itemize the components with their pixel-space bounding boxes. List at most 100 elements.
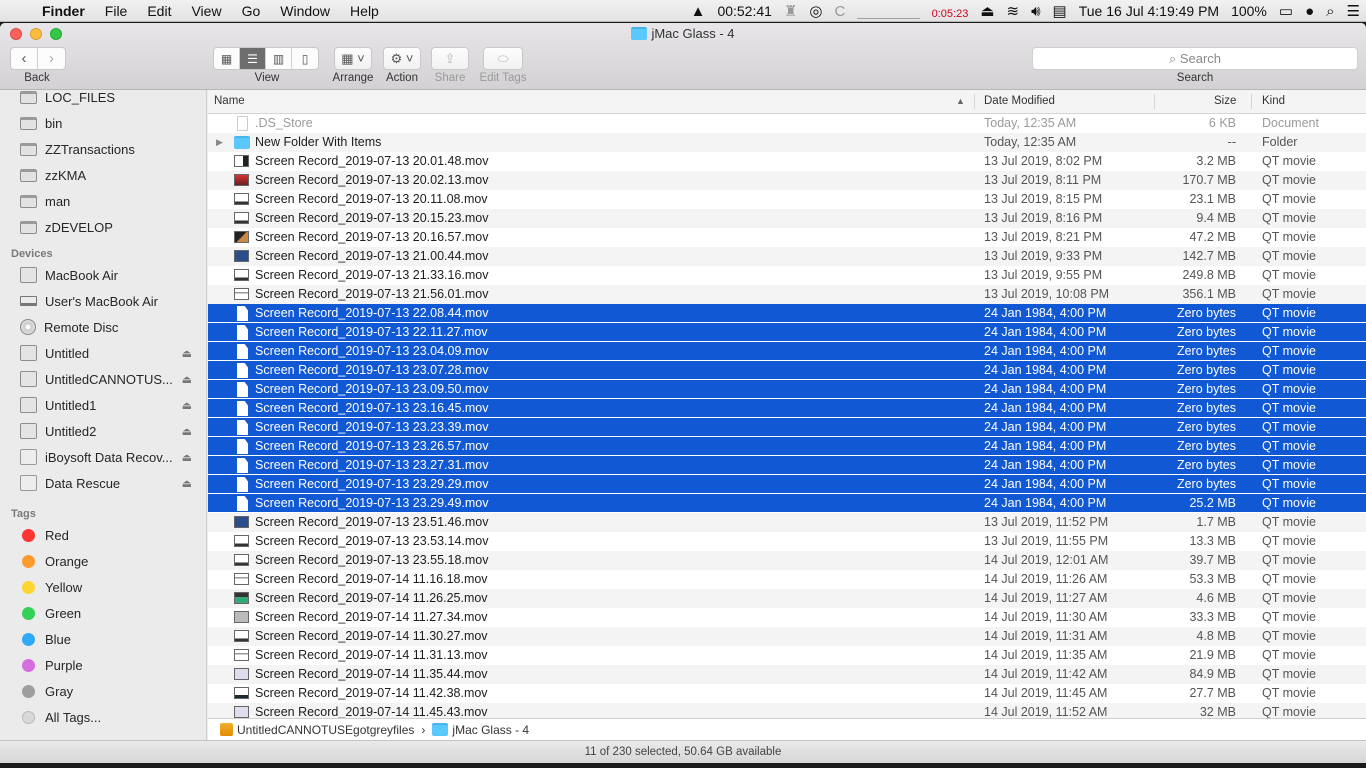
file-row[interactable]: .DS_Store Today, 12:35 AM 6 KB Document (208, 114, 1366, 133)
volume-icon[interactable]: 🔊︎ (1025, 3, 1046, 20)
eject-icon[interactable]: ⏏ (182, 347, 192, 360)
file-row[interactable]: Screen Record_2019-07-13 22.08.44.mov 24… (208, 304, 1366, 323)
eject-icon[interactable]: ⏏ (182, 477, 192, 490)
path-drive[interactable]: UntitledCANNOTUSEgotgreyfiles (237, 723, 414, 737)
file-row[interactable]: Screen Record_2019-07-13 20.11.08.mov 13… (208, 190, 1366, 209)
sidebar-device[interactable]: Remote Disc (0, 314, 206, 340)
target-icon[interactable]: ◎ (803, 2, 828, 20)
column-size[interactable]: Size (1214, 90, 1236, 113)
sidebar-tag[interactable]: Purple (0, 652, 206, 678)
file-row[interactable]: Screen Record_2019-07-13 20.01.48.mov 13… (208, 152, 1366, 171)
user-icon[interactable]: ● (1299, 3, 1320, 20)
sidebar-item[interactable]: LOC_FILES (0, 90, 206, 110)
sidebar-device[interactable]: Untitled2 ⏏ (0, 418, 206, 444)
sidebar-device[interactable]: Untitled ⏏ (0, 340, 206, 366)
menu-file[interactable]: File (95, 0, 138, 22)
file-row[interactable]: Screen Record_2019-07-13 23.07.28.mov 24… (208, 361, 1366, 380)
file-row[interactable]: Screen Record_2019-07-13 20.16.57.mov 13… (208, 228, 1366, 247)
column-view-button[interactable]: ▥ (266, 48, 292, 69)
disclosure-triangle-icon[interactable]: ▶ (216, 133, 223, 152)
sidebar-item[interactable]: zzKMA (0, 162, 206, 188)
sidebar-item[interactable]: ZZTransactions (0, 136, 206, 162)
vlc-time[interactable]: 00:52:41 (711, 3, 778, 19)
file-row[interactable]: Screen Record_2019-07-13 23.27.31.mov 24… (208, 456, 1366, 475)
wifi-icon[interactable]: ≋ (1001, 2, 1026, 20)
timer-readout[interactable]: 0:05:23 (926, 8, 975, 20)
file-row[interactable]: Screen Record_2019-07-13 21.00.44.mov 13… (208, 247, 1366, 266)
file-row[interactable]: Screen Record_2019-07-13 23.09.50.mov 24… (208, 380, 1366, 399)
file-row[interactable]: Screen Record_2019-07-14 11.27.34.mov 14… (208, 608, 1366, 627)
file-row[interactable]: Screen Record_2019-07-13 22.11.27.mov 24… (208, 323, 1366, 342)
sidebar-device[interactable]: User's MacBook Air (0, 288, 206, 314)
list-view-button[interactable]: ☰ (240, 48, 266, 69)
file-row[interactable]: Screen Record_2019-07-13 23.04.09.mov 24… (208, 342, 1366, 361)
sidebar-tag[interactable]: Blue (0, 626, 206, 652)
sort-ascending-icon[interactable]: ▲ (956, 90, 965, 113)
sidebar-device[interactable]: MacBook Air (0, 262, 206, 288)
sidebar-item[interactable]: zDEVELOP (0, 214, 206, 240)
file-row[interactable]: Screen Record_2019-07-13 23.16.45.mov 24… (208, 399, 1366, 418)
menu-edit[interactable]: Edit (137, 0, 181, 22)
sidebar-tag[interactable]: Gray (0, 678, 206, 704)
file-row[interactable]: Screen Record_2019-07-13 20.02.13.mov 13… (208, 171, 1366, 190)
file-row[interactable]: Screen Record_2019-07-13 23.29.29.mov 24… (208, 475, 1366, 494)
input-source-flag-icon[interactable]: ▤ (1047, 2, 1073, 20)
file-row[interactable]: Screen Record_2019-07-13 23.51.46.mov 13… (208, 513, 1366, 532)
sidebar-tag[interactable]: Green (0, 600, 206, 626)
file-row[interactable]: Screen Record_2019-07-14 11.31.13.mov 14… (208, 646, 1366, 665)
notification-center-icon[interactable]: ☰ (1341, 2, 1366, 20)
spotlight-search-icon[interactable]: ⌕ (1320, 3, 1340, 20)
column-kind[interactable]: Kind (1262, 90, 1285, 113)
icon-view-button[interactable]: ▦ (214, 48, 240, 69)
file-row[interactable]: Screen Record_2019-07-14 11.30.27.mov 14… (208, 627, 1366, 646)
file-row[interactable]: Screen Record_2019-07-13 20.15.23.mov 13… (208, 209, 1366, 228)
file-row[interactable]: Screen Record_2019-07-13 23.23.39.mov 24… (208, 418, 1366, 437)
sidebar-device[interactable]: Untitled1 ⏏ (0, 392, 206, 418)
file-row[interactable]: Screen Record_2019-07-14 11.45.43.mov 14… (208, 703, 1366, 718)
blank-status-item[interactable]: ________ (851, 3, 925, 19)
file-row[interactable]: Screen Record_2019-07-14 11.42.38.mov 14… (208, 684, 1366, 703)
file-row[interactable]: Screen Record_2019-07-14 11.35.44.mov 14… (208, 665, 1366, 684)
train-icon[interactable]: ♜ (778, 2, 803, 20)
sidebar-device[interactable]: iBoysoft Data Recov... ⏏ (0, 444, 206, 470)
eject-icon[interactable]: ⏏ (182, 451, 192, 464)
menu-window[interactable]: Window (270, 0, 340, 22)
arrange-button[interactable]: ▦ ˅ (334, 47, 372, 70)
sidebar-tag[interactable]: Yellow (0, 574, 206, 600)
file-row[interactable]: ▶ New Folder With Items Today, 12:35 AM … (208, 133, 1366, 152)
action-button[interactable]: ⚙ ˅ (383, 47, 421, 70)
clock[interactable]: Tue 16 Jul 4:19:49 PM (1073, 3, 1225, 19)
c-app-icon[interactable]: C (828, 3, 851, 20)
file-row[interactable]: Screen Record_2019-07-13 23.26.57.mov 24… (208, 437, 1366, 456)
file-row[interactable]: Screen Record_2019-07-13 23.29.49.mov 24… (208, 494, 1366, 513)
edit-tags-button[interactable]: ⬭ (483, 47, 523, 70)
share-button[interactable]: ⇪ (431, 47, 469, 70)
menu-go[interactable]: Go (232, 0, 271, 22)
vlc-cone-icon[interactable]: ▲ (685, 3, 712, 20)
sidebar-tag[interactable]: Red (0, 522, 206, 548)
eject-icon[interactable]: ⏏ (182, 425, 192, 438)
column-name[interactable]: Name (214, 90, 245, 113)
path-folder[interactable]: jMac Glass - 4 (452, 723, 529, 737)
cover-flow-button[interactable]: ▯ (292, 48, 318, 69)
eject-icon[interactable]: ⏏ (182, 373, 192, 386)
sidebar-item[interactable]: man (0, 188, 206, 214)
menu-help[interactable]: Help (340, 0, 389, 22)
battery-percent[interactable]: 100% (1225, 3, 1273, 19)
sidebar-device[interactable]: Data Rescue ⏏ (0, 470, 206, 496)
eject-icon[interactable]: ⏏ (182, 399, 192, 412)
battery-icon[interactable]: ▭ (1273, 2, 1299, 20)
forward-button[interactable]: › (38, 48, 65, 69)
file-row[interactable]: Screen Record_2019-07-13 23.55.18.mov 14… (208, 551, 1366, 570)
sidebar-device[interactable]: UntitledCANNOTUS... ⏏ (0, 366, 206, 392)
file-list[interactable]: Name ▲ Date Modified Size Kind .DS_Store… (208, 90, 1366, 718)
file-row[interactable]: Screen Record_2019-07-13 21.56.01.mov 13… (208, 285, 1366, 304)
file-row[interactable]: Screen Record_2019-07-14 11.16.18.mov 14… (208, 570, 1366, 589)
sidebar[interactable]: LOC_FILES bin ZZTransactions zzKMA man z… (0, 90, 207, 740)
file-row[interactable]: Screen Record_2019-07-13 21.33.16.mov 13… (208, 266, 1366, 285)
sidebar-tag[interactable]: Orange (0, 548, 206, 574)
sidebar-tag[interactable]: All Tags... (0, 704, 206, 730)
airplay-icon[interactable]: ⏏ (974, 2, 1000, 20)
search-field[interactable]: ⌕ Search (1032, 47, 1358, 70)
sidebar-item[interactable]: bin (0, 110, 206, 136)
